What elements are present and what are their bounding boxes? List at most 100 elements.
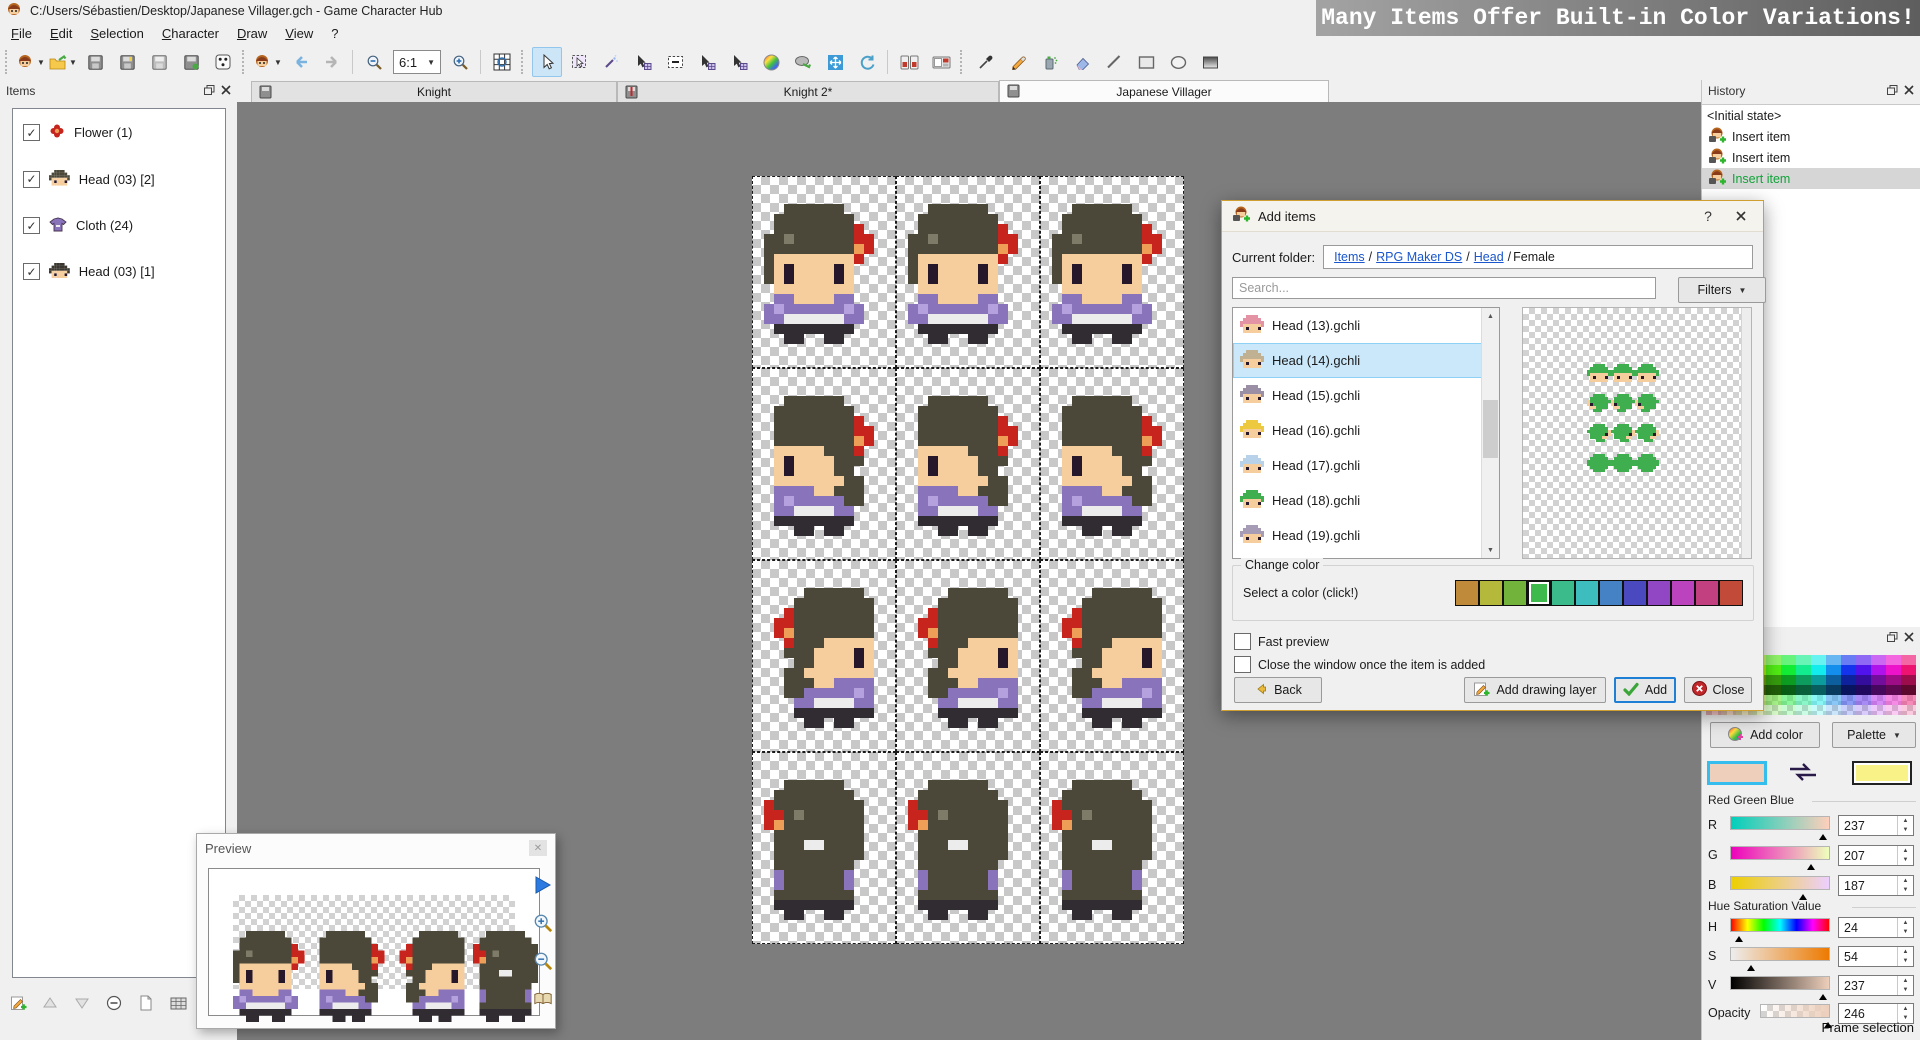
- subtract-selection-button[interactable]: [660, 47, 690, 77]
- zoom-in-button[interactable]: [445, 47, 475, 77]
- spectrum-swatch[interactable]: [1901, 655, 1916, 665]
- add-drawing-layer-button[interactable]: Add drawing layer: [1464, 677, 1606, 703]
- resource-book-button[interactable]: [533, 988, 553, 1010]
- spectrum-swatch[interactable]: [1841, 655, 1856, 665]
- preview-scrollbar[interactable]: [1741, 308, 1751, 558]
- close-panel-icon[interactable]: [221, 84, 231, 98]
- spectrum-swatch[interactable]: [1796, 655, 1811, 665]
- b-spinbox[interactable]: 187▲▼: [1838, 875, 1914, 896]
- spectrum-swatch[interactable]: [1856, 695, 1871, 705]
- rectangle-tool-button[interactable]: [1131, 47, 1161, 77]
- sprite-cell[interactable]: [1040, 368, 1184, 560]
- spin-up-icon[interactable]: ▲: [1898, 1004, 1913, 1014]
- sprite-cell[interactable]: [896, 560, 1040, 752]
- random-character-button[interactable]: [208, 47, 238, 77]
- sprite-cell[interactable]: [752, 560, 896, 752]
- spectrum-swatch[interactable]: [1871, 705, 1886, 715]
- move-item-up-button[interactable]: [38, 992, 62, 1014]
- r-spinbox[interactable]: 237▲▼: [1838, 815, 1914, 836]
- sprite-cell[interactable]: [1040, 752, 1184, 944]
- r-slider[interactable]: [1730, 816, 1830, 830]
- preview-zoom-in-button[interactable]: [533, 912, 553, 934]
- color-wheel-button[interactable]: [756, 47, 786, 77]
- add-button[interactable]: Add: [1614, 677, 1676, 703]
- spectrum-swatch[interactable]: [1826, 705, 1841, 715]
- spin-down-icon[interactable]: ▼: [1898, 886, 1913, 896]
- spin-down-icon[interactable]: ▼: [1898, 826, 1913, 836]
- spectrum-swatch[interactable]: [1841, 675, 1856, 685]
- spectrum-swatch[interactable]: [1856, 665, 1871, 675]
- zoom-combobox[interactable]: 6:1▼: [393, 50, 441, 74]
- file-list-item[interactable]: Head (13).gchli: [1233, 308, 1499, 343]
- menu-draw[interactable]: Draw: [228, 24, 276, 43]
- spectrum-swatch[interactable]: [1796, 685, 1811, 695]
- item-checkbox[interactable]: ✓: [23, 124, 40, 141]
- b-slider[interactable]: [1730, 876, 1830, 890]
- sprite-cell[interactable]: [752, 752, 896, 944]
- move-frame-tool-button[interactable]: [628, 47, 658, 77]
- spectrum-swatch[interactable]: [1886, 675, 1901, 685]
- frame-left-tool-button[interactable]: [692, 47, 722, 77]
- variation-swatch[interactable]: [1599, 580, 1623, 606]
- spectrum-swatch[interactable]: [1781, 685, 1796, 695]
- slider-thumb[interactable]: [1799, 890, 1807, 900]
- spectrum-swatch[interactable]: [1901, 685, 1916, 695]
- v-spinbox[interactable]: 237▲▼: [1838, 975, 1914, 996]
- sprite-cell[interactable]: [752, 368, 896, 560]
- float-panel-icon[interactable]: [1887, 84, 1898, 98]
- variation-swatch[interactable]: [1527, 580, 1551, 606]
- spin-up-icon[interactable]: ▲: [1898, 876, 1913, 886]
- export-sheet-button[interactable]: [926, 47, 956, 77]
- spectrum-swatch[interactable]: [1826, 685, 1841, 695]
- eyedropper-tool-button[interactable]: [971, 47, 1001, 77]
- spin-up-icon[interactable]: ▲: [1898, 846, 1913, 856]
- scroll-up-icon[interactable]: ▲: [1482, 308, 1499, 324]
- file-list-item[interactable]: Head (15).gchli: [1233, 378, 1499, 413]
- sprite-cell[interactable]: [896, 368, 1040, 560]
- spectrum-swatch[interactable]: [1811, 685, 1826, 695]
- line-tool-button[interactable]: [1099, 47, 1129, 77]
- frame-right-tool-button[interactable]: [724, 47, 754, 77]
- new-character-button[interactable]: ▼: [16, 47, 46, 77]
- spectrum-swatch[interactable]: [1841, 665, 1856, 675]
- merge-items-button[interactable]: [166, 992, 190, 1014]
- filters-button[interactable]: Filters ▼: [1678, 277, 1766, 303]
- spectrum-swatch[interactable]: [1811, 675, 1826, 685]
- secondary-color-swatch[interactable]: [1852, 761, 1912, 785]
- breadcrumb-rpg-maker-ds[interactable]: RPG Maker DS: [1376, 250, 1462, 264]
- spin-down-icon[interactable]: ▼: [1898, 986, 1913, 996]
- spectrum-swatch[interactable]: [1766, 695, 1781, 705]
- variation-swatch[interactable]: [1647, 580, 1671, 606]
- history-entry[interactable]: <Initial state>: [1702, 105, 1920, 126]
- spectrum-swatch[interactable]: [1811, 655, 1826, 665]
- opacity-slider[interactable]: [1760, 1004, 1830, 1018]
- spectrum-swatch[interactable]: [1826, 695, 1841, 705]
- file-list-item[interactable]: Head (18).gchli: [1233, 483, 1499, 518]
- spectrum-swatch[interactable]: [1871, 685, 1886, 695]
- item-row[interactable]: ✓Head (03) [2]: [13, 156, 225, 203]
- spin-up-icon[interactable]: ▲: [1898, 976, 1913, 986]
- scrollbar-thumb[interactable]: [1483, 400, 1498, 458]
- spectrum-swatch[interactable]: [1871, 695, 1886, 705]
- redo-button[interactable]: [317, 47, 347, 77]
- spectrum-swatch[interactable]: [1886, 665, 1901, 675]
- tab-knight-2-[interactable]: Knight 2*: [617, 81, 999, 102]
- menu-character[interactable]: Character: [153, 24, 228, 43]
- slider-thumb[interactable]: [1807, 860, 1815, 870]
- s-spinbox[interactable]: 54▲▼: [1838, 946, 1914, 967]
- variation-swatch[interactable]: [1623, 580, 1647, 606]
- history-entry[interactable]: Insert item: [1702, 168, 1920, 189]
- preview-zoom-out-button[interactable]: [533, 950, 553, 972]
- spectrum-swatch[interactable]: [1886, 705, 1901, 715]
- float-panel-icon[interactable]: [1887, 631, 1898, 645]
- item-row[interactable]: ✓Cloth (24): [13, 203, 225, 249]
- variation-swatch[interactable]: [1671, 580, 1695, 606]
- spectrum-swatch[interactable]: [1856, 655, 1871, 665]
- spectrum-swatch[interactable]: [1811, 705, 1826, 715]
- spectrum-swatch[interactable]: [1871, 675, 1886, 685]
- list-scrollbar[interactable]: ▲ ▼: [1481, 308, 1499, 558]
- pencil-tool-button[interactable]: [1003, 47, 1033, 77]
- close-after-add-checkbox[interactable]: [1234, 656, 1251, 673]
- variation-swatch[interactable]: [1551, 580, 1575, 606]
- move-item-down-button[interactable]: [70, 992, 94, 1014]
